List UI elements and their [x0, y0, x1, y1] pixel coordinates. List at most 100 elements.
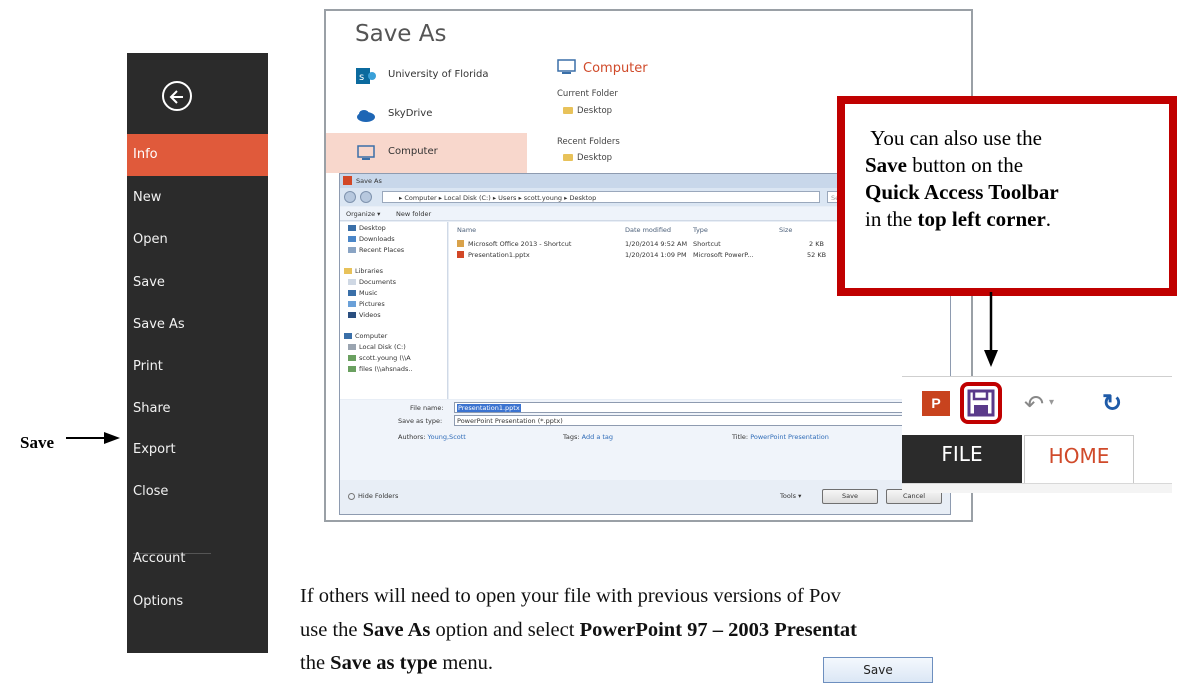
menu-save-as[interactable]: Save As — [127, 304, 268, 346]
place-computer[interactable]: Computer — [326, 133, 527, 173]
repeat-icon[interactable]: ↻ — [1102, 389, 1122, 418]
body-text: use the — [300, 619, 363, 641]
file-name: Microsoft Office 2013 - Shortcut — [468, 240, 572, 248]
file-size: 2 KB — [809, 240, 824, 248]
current-folder-link[interactable]: Desktop — [563, 106, 612, 116]
callout-bold: top left corner — [917, 207, 1046, 231]
body-text: the — [300, 652, 331, 674]
tree-label: Recent Places — [359, 246, 405, 254]
tree-item-desktop[interactable]: Desktop — [348, 224, 386, 232]
callout-text: . — [1045, 207, 1052, 231]
computer-heading[interactable]: Computer — [557, 59, 697, 80]
computer-icon — [357, 145, 375, 160]
file-name-label: File name: — [410, 404, 444, 412]
back-nav-icon[interactable] — [344, 191, 356, 203]
tree-item-videos[interactable]: Videos — [348, 311, 381, 319]
callout-bold: Save — [865, 153, 907, 177]
menu-share[interactable]: Share — [127, 388, 268, 430]
place-skydrive[interactable]: SkyDrive — [326, 95, 527, 135]
column-date[interactable]: Date modified — [625, 226, 671, 234]
tree-item-pictures[interactable]: Pictures — [348, 300, 385, 308]
tree-item-recent[interactable]: Recent Places — [348, 246, 404, 254]
authors-value[interactable]: Young,Scott — [428, 433, 466, 441]
desktop-icon — [348, 225, 356, 231]
new-folder-button[interactable]: New folder — [396, 210, 431, 218]
right-arrow-icon — [66, 432, 120, 444]
folder-icon — [563, 154, 573, 161]
callout-text: in the — [865, 207, 918, 231]
tree-item-local-disk[interactable]: Local Disk (C:) — [348, 343, 406, 351]
file-name-field[interactable]: Presentation1.pptx — [454, 402, 942, 413]
dialog-save-button[interactable]: Save — [822, 489, 878, 504]
cloud-icon — [357, 110, 375, 122]
file-date: 1/20/2014 9:52 AM — [625, 240, 688, 248]
title-label: Title: — [732, 433, 749, 441]
folder-icon — [563, 107, 573, 114]
tree-item-music[interactable]: Music — [348, 289, 378, 297]
title-value[interactable]: PowerPoint Presentation — [750, 433, 829, 441]
network-drive-icon — [348, 355, 356, 361]
menu-account[interactable]: Account — [127, 538, 268, 580]
hide-folders-label: Hide Folders — [358, 492, 399, 500]
file-row[interactable]: Microsoft Office 2013 - Shortcut 1/20/20… — [449, 240, 849, 250]
tree-item-computer[interactable]: Computer — [344, 332, 387, 340]
column-size[interactable]: Size — [779, 226, 792, 234]
tree-item-documents[interactable]: Documents — [348, 278, 396, 286]
menu-export[interactable]: Export — [127, 429, 268, 471]
menu-close[interactable]: Close — [127, 471, 268, 513]
qat-save-button[interactable] — [960, 382, 1002, 424]
undo-icon[interactable]: ↶ — [1024, 390, 1044, 419]
body-text: menu. — [437, 652, 494, 674]
address-bar[interactable]: ▸ Computer ▸ Local Disk (C:) ▸ Users ▸ s… — [382, 191, 820, 203]
powerpoint-icon: P — [922, 391, 950, 416]
undo-dropdown-icon[interactable]: ▾ — [1049, 397, 1054, 408]
menu-open[interactable]: Open — [127, 219, 268, 261]
menu-print[interactable]: Print — [127, 346, 268, 388]
recent-folder-link[interactable]: Desktop — [563, 153, 612, 163]
tags-value[interactable]: Add a tag — [582, 433, 613, 441]
tree-item-downloads[interactable]: Downloads — [348, 235, 395, 243]
file-size: 52 KB — [807, 251, 827, 259]
place-label: University of Florida — [388, 69, 489, 80]
callout-box: You can also use the Save button on the … — [837, 96, 1177, 296]
organize-button[interactable]: Organize ▾ — [346, 210, 380, 218]
powerpoint-app-icon — [343, 176, 352, 185]
menu-new[interactable]: New — [127, 177, 268, 219]
tree-item-files-drive[interactable]: files (\\ahsnads.. — [348, 365, 413, 373]
tree-label: Downloads — [359, 235, 395, 243]
dialog-fields: File name: Presentation1.pptx Save as ty… — [340, 400, 950, 480]
videos-icon — [348, 312, 356, 318]
body-bold: PowerPoint 97 – 2003 Presentat — [579, 619, 858, 641]
column-type[interactable]: Type — [693, 226, 708, 234]
sample-save-button[interactable]: Save — [823, 657, 933, 683]
current-folder-name: Desktop — [577, 106, 613, 116]
column-name[interactable]: Name — [457, 226, 476, 234]
save-annotation-label: Save — [20, 433, 54, 452]
body-line-3: the Save as type menu. — [300, 652, 493, 675]
body-line-2: use the Save As option and select PowerP… — [300, 619, 857, 642]
forward-nav-icon[interactable] — [360, 191, 372, 203]
tools-menu[interactable]: Tools ▾ — [780, 492, 801, 500]
callout-bold: Quick Access Toolbar — [865, 180, 1059, 204]
body-bold: Save as type — [330, 652, 438, 674]
tab-home[interactable]: HOME — [1024, 435, 1134, 483]
tree-item-libraries[interactable]: Libraries — [344, 267, 383, 275]
body-bold: Save As — [362, 619, 431, 641]
menu-options[interactable]: Options — [127, 581, 268, 623]
current-folder-label: Current Folder — [557, 89, 618, 99]
menu-save[interactable]: Save — [127, 262, 268, 304]
back-arrow-icon[interactable] — [162, 81, 192, 111]
recent-folder-name: Desktop — [577, 153, 613, 163]
save-type-label: Save as type: — [398, 417, 443, 425]
tree-label: Music — [359, 289, 378, 297]
hide-folders-button[interactable]: Hide Folders — [348, 492, 398, 500]
menu-info[interactable]: Info — [127, 134, 268, 176]
place-university-of-florida[interactable]: s University of Florida — [326, 56, 527, 96]
file-date: 1/20/2014 1:09 PM — [625, 251, 687, 259]
save-type-select[interactable]: PowerPoint Presentation (*.pptx) — [454, 415, 942, 426]
libraries-icon — [344, 268, 352, 274]
tree-label: Desktop — [359, 224, 386, 232]
file-row[interactable]: Presentation1.pptx 1/20/2014 1:09 PM Mic… — [449, 251, 849, 261]
tags-meta: Tags: Add a tag — [563, 433, 613, 441]
tree-item-network-drive[interactable]: scott.young (\\A — [348, 354, 411, 362]
